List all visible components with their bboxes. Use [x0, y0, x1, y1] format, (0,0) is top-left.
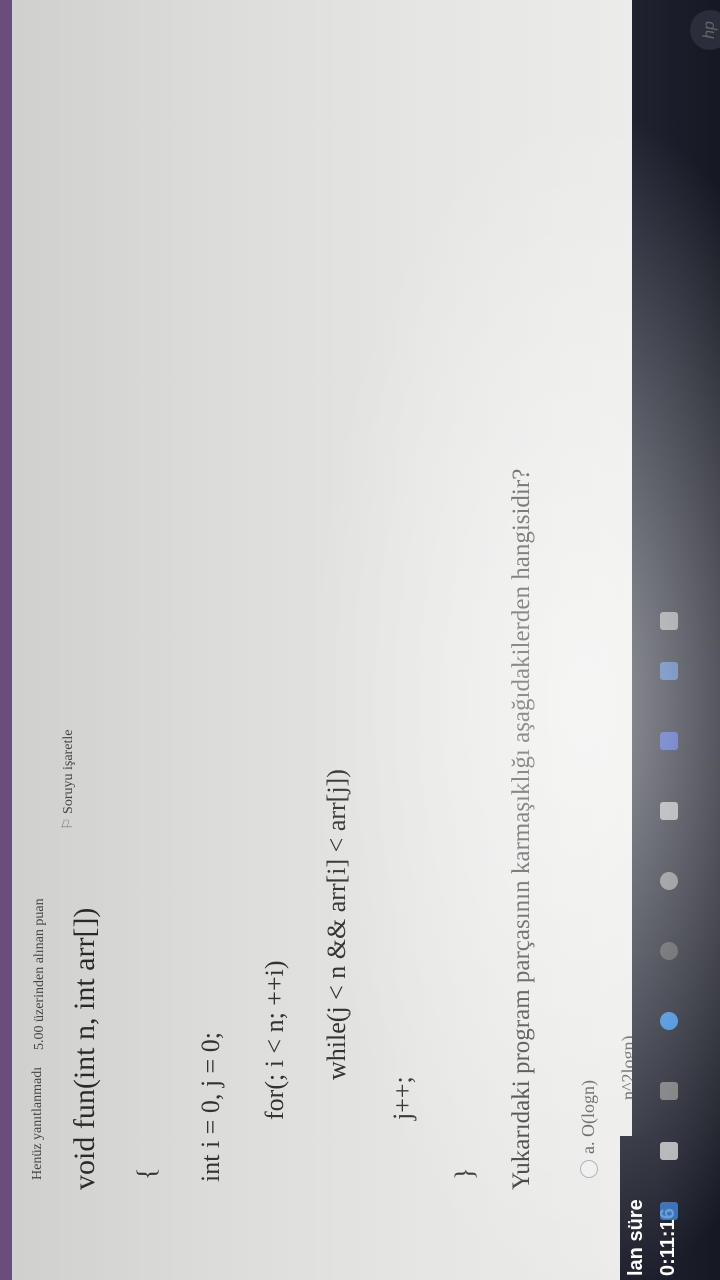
pc-icon[interactable]	[660, 1082, 678, 1100]
vs-icon[interactable]	[660, 732, 678, 750]
option-a-radio[interactable]	[580, 1160, 598, 1178]
question-text: Yukarıdaki program parçasının karmaşıklı…	[508, 468, 535, 1190]
code-signature: void fun(int n, int arr[])	[68, 907, 101, 1190]
app-icon[interactable]	[660, 802, 678, 820]
browser-icon[interactable]	[660, 1202, 678, 1220]
code-line-4: j++;	[388, 1076, 417, 1120]
code-line-3: while(j < n && arr[i] < arr[j])	[322, 769, 351, 1080]
settings-icon[interactable]	[660, 872, 678, 890]
code-open-brace: {	[132, 1167, 161, 1180]
flag-question-link[interactable]: ⚐ Soruyu işaretle	[60, 730, 77, 830]
quiz-page: Henüz yanıtlanmadı 5.00 üzerinden alınan…	[0, 0, 720, 1280]
tray-icon[interactable]	[660, 612, 678, 630]
media-icon[interactable]	[660, 942, 678, 960]
header-band	[0, 0, 12, 1280]
code-line-2: for(; i < n; ++i)	[260, 960, 289, 1120]
word-icon[interactable]	[660, 662, 678, 680]
points-label: 5.00 üzerinden alınan puan	[32, 898, 47, 1050]
flag-question-label: Soruyu işaretle	[61, 729, 76, 814]
file-explorer-icon[interactable]	[660, 1142, 678, 1160]
timer-display: lan süre 0:11:16	[620, 1136, 679, 1280]
code-close-brace: }	[450, 1167, 479, 1180]
answer-status: Henüz yanıtlanmadı	[30, 1066, 45, 1180]
code-line-1: int i = 0, j = 0;	[196, 1032, 225, 1182]
chrome-icon[interactable]	[660, 1012, 678, 1030]
flag-icon: ⚐	[61, 813, 76, 830]
option-a-label: a. O(logn)	[578, 1080, 598, 1154]
